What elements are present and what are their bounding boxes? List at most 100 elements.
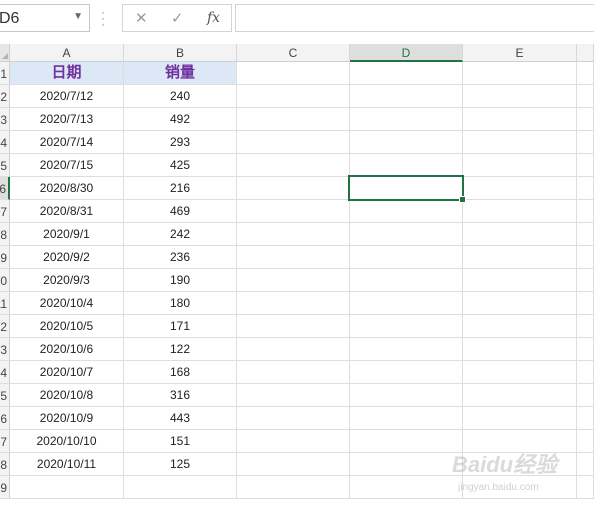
column-header-e[interactable]: E [463, 44, 577, 62]
cancel-icon[interactable]: ✕ [135, 9, 148, 27]
empty-cell[interactable] [463, 200, 577, 223]
empty-cell[interactable] [350, 430, 463, 453]
sales-cell[interactable]: 425 [124, 154, 237, 177]
column-header-a[interactable]: A [10, 44, 124, 62]
empty-cell[interactable] [237, 177, 350, 200]
date-cell[interactable]: 2020/10/9 [10, 407, 124, 430]
empty-cell[interactable] [237, 384, 350, 407]
empty-cell[interactable] [237, 476, 350, 499]
empty-cell[interactable] [577, 384, 594, 407]
chevron-down-icon[interactable]: ▼ [73, 11, 83, 22]
empty-cell[interactable] [350, 62, 463, 85]
empty-cell[interactable] [577, 108, 594, 131]
date-cell[interactable]: 2020/10/10 [10, 430, 124, 453]
row-header-1[interactable]: 1 [0, 62, 10, 85]
empty-cell[interactable] [350, 292, 463, 315]
insert-function-icon[interactable]: fx [207, 10, 220, 26]
sales-cell[interactable]: 316 [124, 384, 237, 407]
column-header-f[interactable] [577, 44, 594, 62]
empty-cell[interactable] [463, 85, 577, 108]
row-header-10[interactable]: 10 [0, 269, 10, 292]
empty-cell[interactable] [237, 200, 350, 223]
empty-cell[interactable] [237, 292, 350, 315]
empty-cell[interactable] [350, 85, 463, 108]
date-cell[interactable]: 2020/8/31 [10, 200, 124, 223]
empty-cell[interactable] [237, 62, 350, 85]
date-cell[interactable]: 2020/9/3 [10, 269, 124, 292]
sales-cell[interactable]: 151 [124, 430, 237, 453]
empty-cell[interactable] [237, 154, 350, 177]
sales-cell[interactable]: 242 [124, 223, 237, 246]
empty-cell[interactable] [237, 430, 350, 453]
empty-cell[interactable] [350, 476, 463, 499]
row-header-4[interactable]: 4 [0, 131, 10, 154]
row-header-17[interactable]: 17 [0, 430, 10, 453]
empty-cell[interactable] [577, 154, 594, 177]
row-header-7[interactable]: 7 [0, 200, 10, 223]
row-header-2[interactable]: 2 [0, 85, 10, 108]
empty-cell[interactable] [350, 154, 463, 177]
column-header-d[interactable]: D [350, 44, 463, 62]
row-header-16[interactable]: 16 [0, 407, 10, 430]
empty-cell[interactable] [463, 269, 577, 292]
empty-cell[interactable] [577, 453, 594, 476]
empty-cell[interactable] [577, 223, 594, 246]
empty-cell[interactable] [237, 85, 350, 108]
empty-cell[interactable] [577, 361, 594, 384]
select-all-button[interactable] [0, 44, 10, 62]
empty-cell[interactable] [577, 430, 594, 453]
empty-cell[interactable] [463, 177, 577, 200]
empty-cell[interactable] [463, 315, 577, 338]
empty-cell[interactable] [124, 476, 237, 499]
empty-cell[interactable] [577, 246, 594, 269]
sales-cell[interactable]: 469 [124, 200, 237, 223]
row-header-5[interactable]: 5 [0, 154, 10, 177]
row-header-11[interactable]: 11 [0, 292, 10, 315]
empty-cell[interactable] [577, 200, 594, 223]
row-header-18[interactable]: 18 [0, 453, 10, 476]
empty-cell[interactable] [350, 453, 463, 476]
sales-cell[interactable]: 240 [124, 85, 237, 108]
sales-cell[interactable]: 293 [124, 131, 237, 154]
date-cell[interactable]: 2020/8/30 [10, 177, 124, 200]
date-cell[interactable]: 2020/10/5 [10, 315, 124, 338]
header-cell-sales[interactable]: 销量 [124, 62, 237, 85]
empty-cell[interactable] [463, 223, 577, 246]
empty-cell[interactable] [350, 200, 463, 223]
row-header-14[interactable]: 14 [0, 361, 10, 384]
date-cell[interactable]: 2020/10/8 [10, 384, 124, 407]
sales-cell[interactable]: 171 [124, 315, 237, 338]
empty-cell[interactable] [577, 177, 594, 200]
date-cell[interactable]: 2020/10/7 [10, 361, 124, 384]
empty-cell[interactable] [350, 361, 463, 384]
sales-cell[interactable]: 492 [124, 108, 237, 131]
empty-cell[interactable] [463, 361, 577, 384]
date-cell[interactable]: 2020/9/2 [10, 246, 124, 269]
empty-cell[interactable] [463, 154, 577, 177]
empty-cell[interactable] [237, 223, 350, 246]
row-header-6[interactable]: 6 [0, 177, 10, 200]
empty-cell[interactable] [463, 407, 577, 430]
empty-cell[interactable] [463, 338, 577, 361]
header-cell-date[interactable]: 日期 [10, 62, 124, 85]
empty-cell[interactable] [577, 62, 594, 85]
empty-cell[interactable] [237, 361, 350, 384]
column-header-b[interactable]: B [124, 44, 237, 62]
row-header-12[interactable]: 12 [0, 315, 10, 338]
sales-cell[interactable]: 190 [124, 269, 237, 292]
empty-cell[interactable] [350, 384, 463, 407]
formula-input[interactable] [235, 4, 594, 32]
empty-cell[interactable] [577, 292, 594, 315]
empty-cell[interactable] [237, 269, 350, 292]
empty-cell[interactable] [463, 246, 577, 269]
sales-cell[interactable]: 122 [124, 338, 237, 361]
date-cell[interactable]: 2020/9/1 [10, 223, 124, 246]
sales-cell[interactable]: 216 [124, 177, 237, 200]
empty-cell[interactable] [237, 315, 350, 338]
date-cell[interactable]: 2020/10/11 [10, 453, 124, 476]
column-header-c[interactable]: C [237, 44, 350, 62]
empty-cell[interactable] [350, 407, 463, 430]
empty-cell[interactable] [237, 131, 350, 154]
empty-cell[interactable] [577, 269, 594, 292]
empty-cell[interactable] [237, 338, 350, 361]
